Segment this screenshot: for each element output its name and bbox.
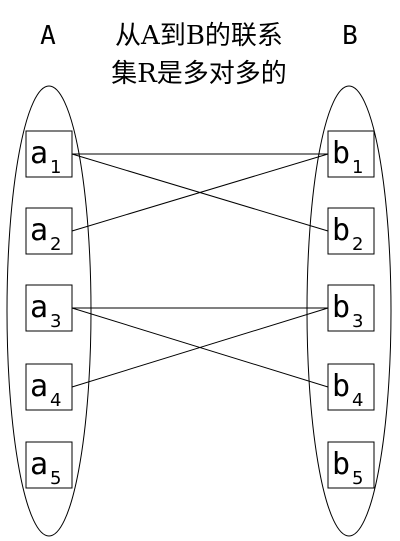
set-b-element-label: b bbox=[332, 213, 350, 248]
set-b-element-subscript: 3 bbox=[352, 311, 363, 332]
set-a-element-label: a bbox=[30, 136, 48, 171]
set-b-element-subscript: 2 bbox=[352, 234, 363, 255]
set-a-element-label: a bbox=[30, 447, 48, 482]
set-b-heading: B bbox=[342, 21, 358, 51]
set-a-element-label: a bbox=[30, 290, 48, 325]
title-line-2: 集R是多对多的 bbox=[111, 59, 287, 89]
set-a-element-3: a3 bbox=[25, 284, 73, 332]
set-a-element-subscript: 5 bbox=[50, 468, 61, 489]
set-a-element-subscript: 2 bbox=[50, 234, 61, 255]
set-a-element-subscript: 4 bbox=[50, 390, 61, 411]
relationship-lines bbox=[71, 153, 329, 388]
set-b-element-label: b bbox=[332, 369, 350, 404]
set-b-element-subscript: 4 bbox=[352, 390, 363, 411]
set-b-element-5: b5 bbox=[327, 441, 375, 489]
set-b-element-3: b3 bbox=[327, 284, 375, 332]
set-a-element-4: a4 bbox=[25, 363, 73, 411]
many-to-many-diagram: A 从A到B的联系 B 集R是多对多的 a 1a 2a 3a 4a 5 b 1b 2b 3b 4b… bbox=[6, 21, 392, 537]
set-b-element-2: b2 bbox=[327, 207, 375, 255]
diagram-canvas: A 从A到B的联系 B 集R是多对多的 a1a2a3a4a5 b1b2b3b4b… bbox=[0, 0, 400, 541]
set-a-element-subscript: 1 bbox=[50, 157, 61, 178]
title-line-1: 从A到B的联系 bbox=[115, 21, 283, 51]
set-a-element-label: a bbox=[30, 369, 48, 404]
set-a-element-2: a2 bbox=[25, 207, 73, 255]
set-a-element-1: a1 bbox=[25, 130, 73, 178]
set-b-element-label: b bbox=[332, 136, 350, 171]
set-a-element-label: a bbox=[30, 213, 48, 248]
set-b-elements: b 1b 2b 3b 4b 5 bbox=[327, 130, 375, 489]
set-a-heading: A bbox=[40, 21, 56, 51]
set-b-element-1: b1 bbox=[327, 130, 375, 178]
set-b-element-label: b bbox=[332, 447, 350, 482]
set-a-elements: a 1a 2a 3a 4a 5 bbox=[25, 130, 73, 489]
set-a-element-subscript: 3 bbox=[50, 311, 61, 332]
set-b-element-4: b4 bbox=[327, 363, 375, 411]
set-b-element-subscript: 5 bbox=[352, 468, 363, 489]
set-a-element-5: a5 bbox=[25, 441, 73, 489]
set-b-element-label: b bbox=[332, 290, 350, 325]
set-b-element-subscript: 1 bbox=[352, 157, 363, 178]
